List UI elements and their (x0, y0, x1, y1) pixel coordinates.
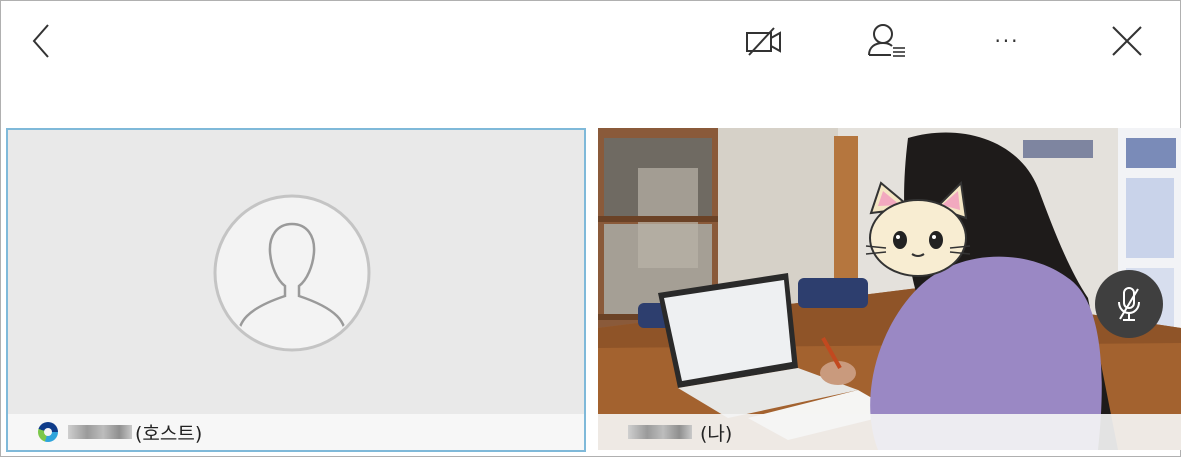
video-toggle-button[interactable] (742, 18, 788, 64)
host-name-bar: (호스트) (8, 414, 584, 450)
redacted-name (628, 425, 692, 439)
webex-icon (38, 422, 58, 442)
mic-status-button[interactable] (1095, 270, 1163, 338)
more-label: ··· (994, 29, 1020, 53)
chevron-left-icon (32, 24, 49, 58)
self-label: (나) (700, 422, 733, 445)
close-icon (1112, 26, 1142, 56)
self-video-feed (598, 128, 1181, 450)
top-toolbar: ··· (0, 0, 1181, 90)
participants-button[interactable] (864, 18, 910, 64)
redacted-name (68, 425, 132, 439)
host-label: (호스트) (135, 422, 203, 445)
participants-list-icon (868, 24, 905, 57)
video-off-icon (746, 27, 781, 56)
self-name-bar: (나) (598, 414, 1181, 450)
mic-muted-icon (1118, 287, 1140, 321)
host-video-tile[interactable]: (호스트) (6, 128, 586, 452)
more-options-button[interactable]: ··· (984, 18, 1030, 64)
default-avatar-icon (213, 194, 371, 352)
close-button[interactable] (1104, 18, 1150, 64)
self-video-tile[interactable]: (나) (598, 128, 1181, 450)
back-button[interactable] (20, 18, 66, 64)
